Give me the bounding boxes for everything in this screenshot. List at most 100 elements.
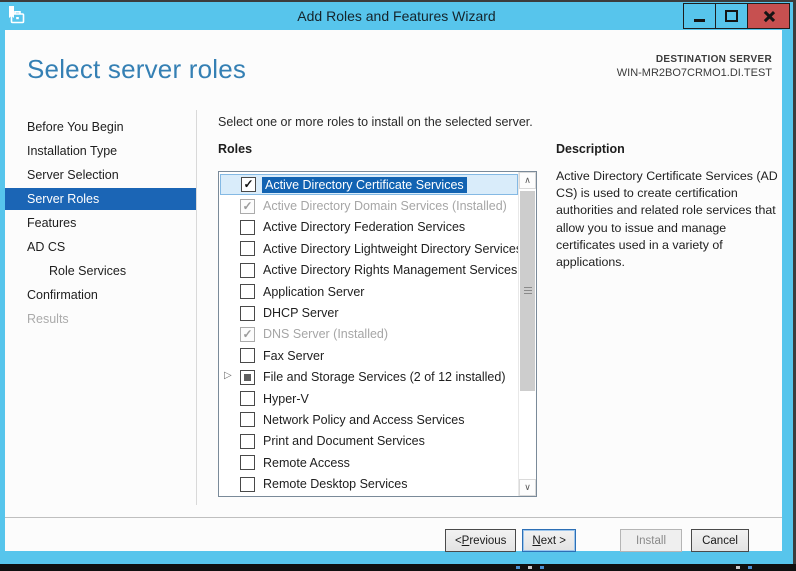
nav-confirmation[interactable]: Confirmation (5, 284, 196, 306)
role-label: Hyper-V (263, 391, 309, 406)
checkbox-unchecked[interactable] (240, 219, 255, 235)
role-label: DNS Server (Installed) (263, 327, 389, 342)
taskbar-item (516, 566, 520, 569)
role-row-ad-lightweight-directory-services[interactable]: Active Directory Lightweight Directory S… (220, 238, 522, 259)
close-icon (762, 10, 775, 23)
role-label: Print and Document Services (263, 434, 425, 449)
expander-icon[interactable]: ▷ (224, 370, 232, 381)
destination-server-block: DESTINATION SERVER WIN-MR2BO7CRMO1.DI.TE… (617, 54, 772, 79)
nav-installation-type[interactable]: Installation Type (5, 140, 196, 162)
role-row-file-and-storage-services[interactable]: ▷ File and Storage Services (2 of 12 ins… (220, 367, 518, 388)
role-row-ad-rights-management-services[interactable]: Active Directory Rights Management Servi… (220, 260, 518, 281)
close-button[interactable] (747, 3, 790, 29)
role-row-dhcp-server[interactable]: DHCP Server (220, 302, 518, 323)
checkbox-unchecked[interactable] (240, 284, 255, 300)
cancel-button[interactable]: Cancel (691, 529, 749, 552)
role-row-print-and-document-services[interactable]: Print and Document Services (220, 431, 518, 452)
role-label: Active Directory Rights Management Servi… (263, 263, 518, 278)
minimize-button[interactable] (683, 3, 716, 29)
window-controls (683, 3, 790, 29)
wizard-nav: Before You Begin Installation Type Serve… (5, 116, 196, 332)
role-row-dns-server[interactable]: ✓ DNS Server (Installed) (220, 324, 518, 345)
sidebar-divider (196, 110, 197, 505)
check-icon: ✓ (242, 326, 253, 341)
maximize-button[interactable] (715, 3, 748, 29)
checkbox-unchecked[interactable] (240, 412, 255, 428)
titlebar[interactable]: Add Roles and Features Wizard (0, 2, 793, 30)
checkbox-indeterminate[interactable] (240, 369, 255, 385)
checkbox-unchecked[interactable] (240, 348, 255, 364)
server-manager-icon (9, 6, 25, 24)
role-label: Application Server (263, 284, 365, 299)
scroll-up-button[interactable]: ∧ (519, 172, 536, 189)
role-label: Active Directory Domain Services (Instal… (263, 199, 507, 214)
instruction-text: Select one or more roles to install on t… (218, 115, 533, 129)
role-row-fax-server[interactable]: Fax Server (220, 345, 518, 366)
destination-server-name: WIN-MR2BO7CRMO1.DI.TEST (616, 67, 772, 79)
scroll-down-button[interactable]: ∨ (519, 479, 536, 496)
checkbox-unchecked[interactable] (240, 455, 255, 471)
role-row-remote-desktop-services[interactable]: Remote Desktop Services (220, 473, 518, 494)
destination-server-label: DESTINATION SERVER (655, 54, 772, 65)
taskbar-item (736, 566, 740, 569)
role-label: Active Directory Lightweight Directory S… (263, 241, 523, 256)
role-label: Active Directory Federation Services (263, 220, 466, 235)
scroll-down-icon: ∨ (524, 482, 531, 492)
checkbox-checked-disabled: ✓ (240, 198, 255, 214)
role-label: Remote Desktop Services (263, 477, 408, 492)
indeterminate-mark (244, 373, 251, 381)
nav-before-you-begin[interactable]: Before You Begin (5, 116, 196, 138)
role-row-ad-federation-services[interactable]: Active Directory Federation Services (220, 217, 518, 238)
taskbar-item (528, 566, 532, 569)
scrollbar-grip-icon (523, 287, 532, 295)
install-button[interactable]: Install (620, 529, 682, 552)
check-icon: ✓ (242, 198, 253, 213)
description-panel: Description Active Directory Certificate… (556, 142, 782, 271)
role-label: Remote Access (263, 455, 350, 470)
nav-server-roles[interactable]: Server Roles (5, 188, 196, 210)
role-row-hyper-v[interactable]: Hyper-V (220, 388, 518, 409)
role-label: Fax Server (263, 348, 325, 363)
footer-buttons: < Previous Next > Install Cancel (5, 529, 782, 552)
roles-scrollbar[interactable]: ∧ ∨ (518, 172, 536, 496)
checkbox-unchecked[interactable] (240, 262, 255, 278)
maximize-icon (725, 10, 738, 22)
taskbar (0, 564, 796, 571)
checkbox-unchecked[interactable] (240, 476, 255, 492)
wizard-window: Add Roles and Features Wizard Select ser… (0, 2, 793, 564)
role-row-remote-access[interactable]: Remote Access (220, 452, 518, 473)
wizard-content: Select server roles DESTINATION SERVER W… (5, 30, 782, 552)
roles-listbox: ✓ Active Directory Certificate Services … (218, 171, 537, 497)
description-text: Active Directory Certificate Services (A… (556, 169, 778, 270)
checkbox-unchecked[interactable] (240, 433, 255, 449)
next-button[interactable]: Next > (522, 529, 576, 552)
check-icon: ✓ (243, 177, 254, 192)
role-row-ad-domain-services[interactable]: ✓ Active Directory Domain Services (Inst… (220, 195, 518, 216)
nav-results: Results (27, 312, 69, 326)
nav-role-services[interactable]: Role Services (5, 260, 196, 282)
desktop-background: Add Roles and Features Wizard Select ser… (0, 0, 796, 571)
description-title: Description (556, 142, 625, 156)
role-row-application-server[interactable]: Application Server (220, 281, 518, 302)
checkbox-unchecked[interactable] (240, 241, 255, 257)
nav-server-selection[interactable]: Server Selection (5, 164, 196, 186)
checkbox-unchecked[interactable] (240, 305, 255, 321)
minimize-icon (694, 18, 705, 22)
nav-features[interactable]: Features (5, 212, 196, 234)
role-label: DHCP Server (263, 306, 339, 321)
role-label: File and Storage Services (2 of 12 insta… (263, 370, 506, 385)
roles-list-label: Roles (218, 142, 253, 156)
role-label: Network Policy and Access Services (263, 412, 465, 427)
role-row-ad-certificate-services[interactable]: ✓ Active Directory Certificate Services (220, 174, 518, 196)
role-row-network-policy-and-access-services[interactable]: Network Policy and Access Services (220, 409, 518, 430)
checkbox-unchecked[interactable] (240, 391, 255, 407)
nav-ad-cs[interactable]: AD CS (5, 236, 196, 258)
scroll-up-icon: ∧ (524, 175, 531, 185)
page-title: Select server roles (27, 54, 247, 84)
taskbar-item (540, 566, 544, 569)
previous-button[interactable]: < Previous (444, 529, 517, 552)
taskbar-item (748, 566, 752, 569)
checkbox-checked[interactable]: ✓ (241, 177, 256, 193)
scrollbar-thumb[interactable] (520, 191, 535, 391)
roles-rows: ✓ Active Directory Certificate Services … (220, 174, 522, 494)
